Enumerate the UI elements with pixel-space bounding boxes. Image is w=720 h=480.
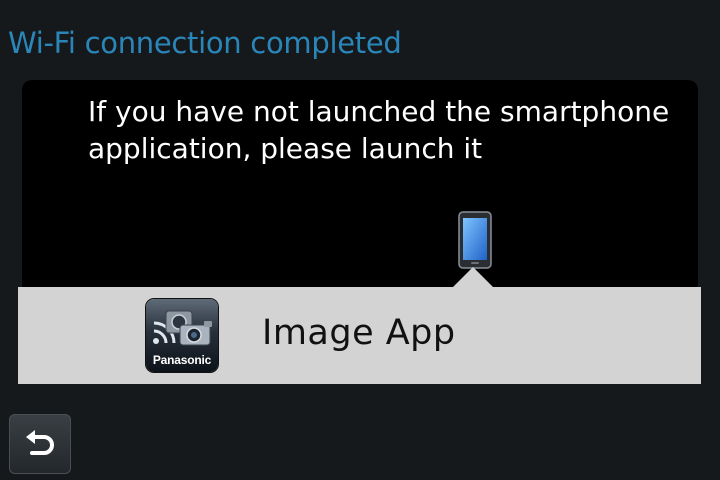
instruction-line-2: application, please launch it <box>88 132 483 165</box>
back-button[interactable] <box>9 414 71 474</box>
return-arrow-icon <box>26 430 54 455</box>
instruction-message: If you have not launched the smartphone … <box>88 93 688 167</box>
smartphone-icon <box>458 211 492 269</box>
panel-pointer <box>453 267 493 287</box>
instruction-line-1: If you have not launched the smartphone <box>88 95 670 128</box>
app-name-label: Image App <box>262 313 456 353</box>
page-title: Wi-Fi connection completed <box>8 26 402 60</box>
app-icon-brand: Panasonic <box>152 353 212 367</box>
wifi-connection-screen: Wi-Fi connection completed If you have n… <box>0 0 720 480</box>
panasonic-image-app-icon[interactable]: Panasonic <box>146 299 218 372</box>
